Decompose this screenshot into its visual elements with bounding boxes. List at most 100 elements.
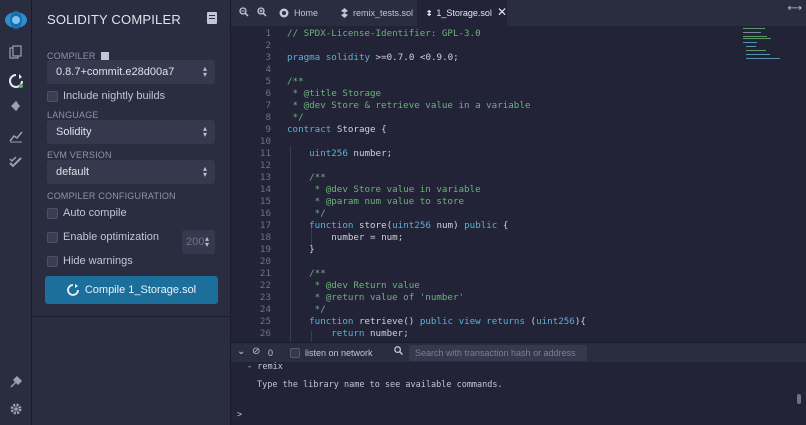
code-line: /** — [287, 172, 326, 183]
line-number: 17 — [259, 220, 271, 231]
documentation-icon[interactable] — [207, 12, 217, 24]
minimap-line — [743, 36, 767, 37]
zoom-in-icon[interactable] — [257, 7, 269, 19]
minimap[interactable] — [743, 26, 799, 66]
terminal-line: - remix — [247, 362, 283, 372]
terminal-line: Type the library name to see available c… — [257, 380, 503, 390]
line-number: 19 — [259, 244, 271, 255]
tab-remix-tests[interactable]: remix_tests.sol — [341, 0, 417, 26]
evm-version-label: EVM VERSION — [47, 150, 112, 160]
nightly-builds-checkbox[interactable] — [47, 91, 58, 102]
code-line: /** — [287, 268, 326, 279]
clear-console-icon[interactable]: ⊘ — [252, 346, 260, 357]
select-caret-icon: ▴ ▾ — [204, 234, 209, 249]
terminal-scrollbar[interactable] — [797, 394, 801, 404]
evm-version-value: default — [56, 166, 90, 178]
settings-icon[interactable] — [0, 399, 32, 419]
terminal-toolbar: ⌄ ⊘ 0 listen on network Search with tran… — [231, 342, 806, 362]
solidity-file-icon — [341, 8, 348, 18]
tab-label: remix_tests.sol — [353, 8, 414, 18]
optimization-runs-input[interactable]: 200 ▴ ▾ — [182, 230, 215, 254]
minimap-line — [746, 58, 780, 59]
line-number: 8 — [265, 112, 271, 123]
solidity-file-icon — [427, 9, 432, 17]
code-line: * @dev Return value — [287, 280, 420, 291]
code-line: * @dev Store & retrieve value in a varia… — [287, 100, 531, 111]
minimap-line — [743, 42, 757, 43]
code-line: * @title Storage — [287, 88, 382, 99]
file-explorer-icon[interactable] — [0, 42, 32, 62]
optimization-checkbox[interactable] — [47, 232, 58, 243]
line-number: 20 — [259, 256, 271, 267]
add-compiler-icon[interactable] — [101, 52, 110, 60]
optimization-runs-value: 200 — [186, 236, 205, 248]
collapse-panel-icon[interactable]: ⟷ — [788, 3, 802, 14]
tab-home[interactable]: Home — [279, 0, 329, 26]
listen-network-checkbox[interactable] — [290, 348, 300, 358]
auto-compile-checkbox[interactable] — [47, 208, 58, 219]
listen-network-label: listen on network — [305, 348, 373, 358]
close-tab-icon[interactable]: ✕ — [497, 5, 507, 26]
compiler-config-label: COMPILER CONFIGURATION — [47, 191, 176, 201]
pending-tx-count: 0 — [268, 348, 274, 358]
code-line: */ — [287, 304, 326, 315]
language-select[interactable]: Solidity ▴ ▾ — [47, 120, 215, 144]
language-label: LANGUAGE — [47, 110, 99, 120]
search-icon — [394, 346, 404, 358]
terminal-output[interactable]: - remix Type the library name to see ava… — [231, 362, 806, 425]
line-number: 18 — [259, 232, 271, 243]
code-line: * @param num value to store — [287, 196, 465, 207]
compiler-version-value: 0.8.7+commit.e28d00a7 — [56, 66, 175, 78]
transaction-search-input[interactable]: Search with transaction hash or address — [409, 345, 587, 361]
line-number: 9 — [265, 124, 271, 135]
code-line: /** — [287, 76, 304, 87]
line-number: 24 — [259, 304, 271, 315]
editor-tabs: Home remix_tests.sol 1_Storage.sol ✕ ⟷ — [231, 0, 806, 26]
line-number: 10 — [259, 136, 271, 147]
line-number: 11 — [259, 148, 271, 159]
line-number: 3 — [265, 52, 271, 63]
code-line: */ — [287, 208, 326, 219]
line-number: 2 — [265, 40, 271, 51]
unit-testing-icon[interactable] — [0, 152, 32, 172]
icon-rail — [0, 0, 32, 425]
hide-warnings-checkbox[interactable] — [47, 256, 58, 267]
tab-1-storage[interactable]: 1_Storage.sol ✕ — [417, 0, 507, 26]
terminal-prompt[interactable]: > — [237, 410, 242, 420]
plugin-manager-icon[interactable] — [0, 372, 32, 392]
remix-logo-icon[interactable] — [0, 8, 32, 32]
collapse-terminal-icon[interactable]: ⌄ — [237, 346, 245, 357]
line-number: 22 — [259, 280, 271, 291]
line-number: 4 — [265, 64, 271, 75]
compile-icon — [66, 284, 79, 296]
select-caret-icon: ▴ ▾ — [202, 124, 207, 139]
editor-area: Home remix_tests.sol 1_Storage.sol ✕ ⟷ 1… — [231, 0, 806, 425]
code-line: return number; — [331, 328, 409, 339]
minimap-line — [743, 38, 771, 39]
line-number: 14 — [259, 184, 271, 195]
minimap-line — [743, 28, 765, 29]
code-line: * @return value of 'number' — [287, 292, 465, 303]
code-line: function store(uint256 num) public { — [309, 220, 509, 231]
code-line: pragma solidity >=0.7.0 <0.9.0; — [287, 52, 459, 63]
deploy-run-icon[interactable] — [0, 96, 32, 116]
zoom-out-icon[interactable] — [239, 7, 251, 19]
evm-version-select[interactable]: default ▴ ▾ — [47, 160, 215, 184]
code-line: contract Storage { — [287, 124, 387, 135]
panel-divider — [32, 316, 231, 317]
minimap-line — [743, 32, 761, 33]
code-line: function retrieve() public view returns … — [309, 316, 586, 327]
line-number: 26 — [259, 328, 271, 339]
code-line: */ — [287, 112, 304, 123]
compiler-version-select[interactable]: 0.8.7+commit.e28d00a7 ▴ ▾ — [47, 60, 215, 84]
optimization-label: Enable optimization — [63, 231, 160, 243]
nightly-builds-label: Include nightly builds — [63, 90, 166, 102]
code-line: * @dev Store value in variable — [287, 184, 481, 195]
code-editor[interactable]: 1 2 3 4 5 6 7 8 9 10 11 12 13 14 15 16 17 18 19 20 21 22 23 24 2… — [231, 26, 806, 342]
minimap-line — [746, 50, 766, 51]
solidity-compiler-icon[interactable] — [0, 71, 32, 91]
language-value: Solidity — [56, 126, 92, 138]
select-caret-icon: ▴ ▾ — [202, 164, 207, 179]
compile-button[interactable]: Compile 1_Storage.sol — [45, 276, 218, 304]
analysis-icon[interactable] — [0, 126, 32, 146]
